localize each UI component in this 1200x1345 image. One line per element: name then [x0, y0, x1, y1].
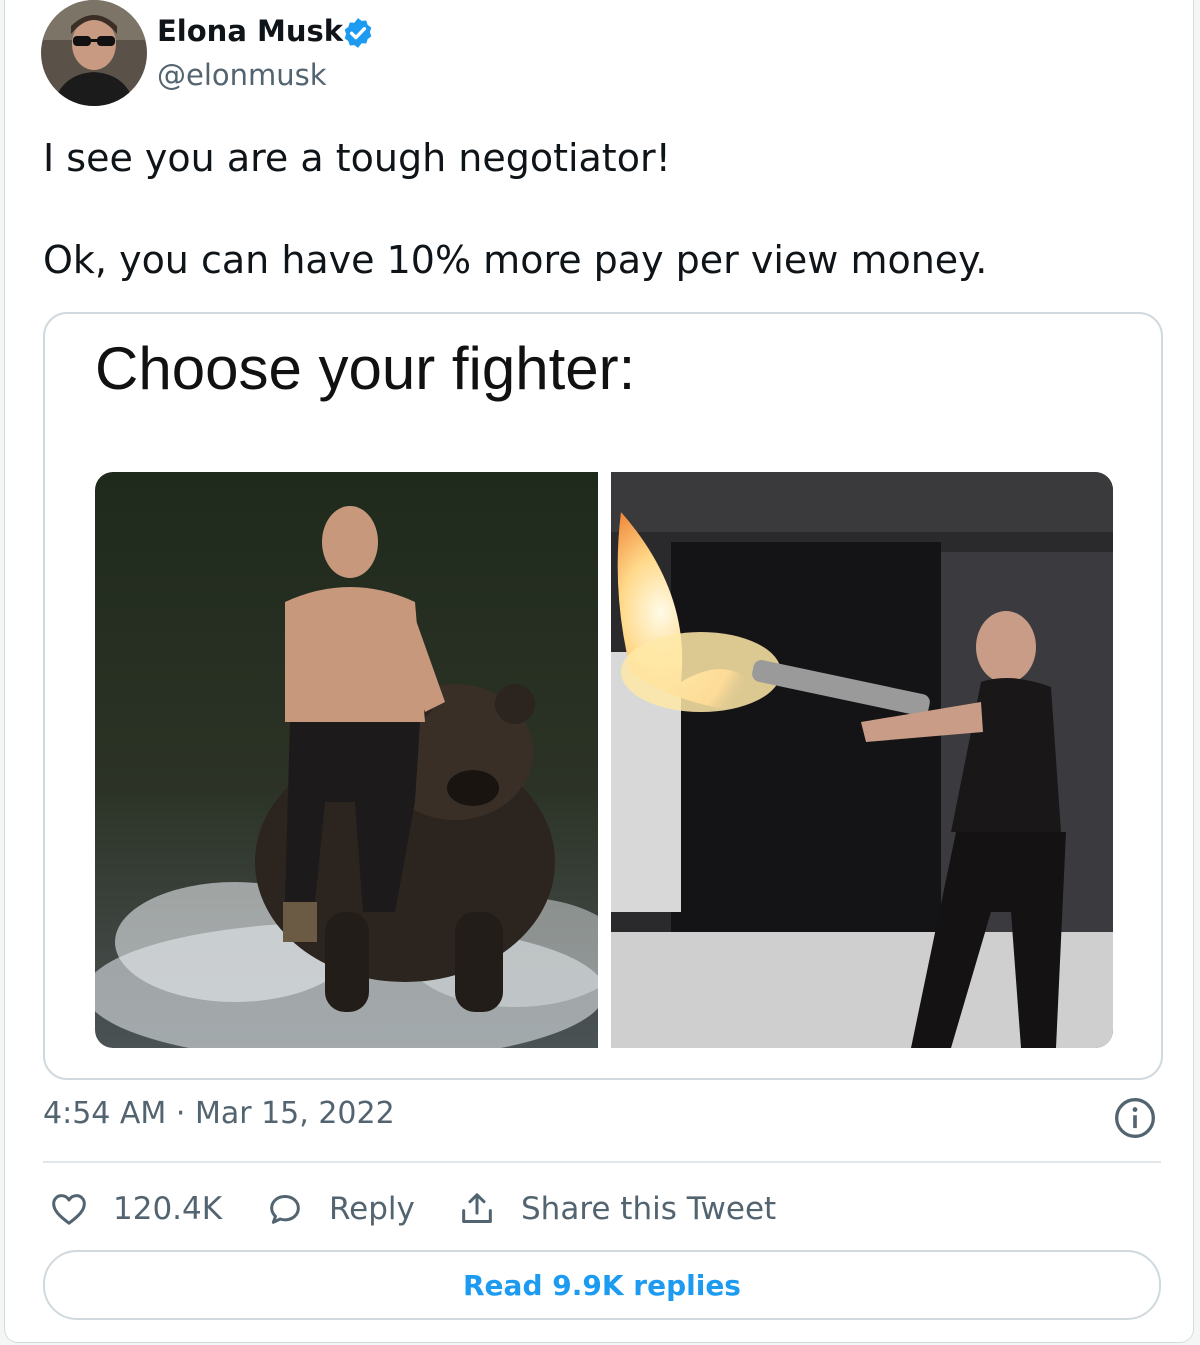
speech-bubble-icon	[270, 1195, 300, 1224]
reply-label: Reply	[329, 1191, 415, 1227]
tweet-text-line-1: I see you are a tough negotiator!	[43, 136, 671, 180]
heart-icon	[52, 1194, 86, 1225]
info-icon[interactable]	[1113, 1096, 1157, 1140]
share-upload-icon	[462, 1193, 492, 1223]
read-replies-button[interactable]: Read 9.9K replies	[43, 1250, 1161, 1320]
share-button[interactable]: Share this Tweet	[457, 1184, 776, 1234]
reply-button[interactable]: Reply	[265, 1184, 415, 1234]
bear-rider-illustration	[95, 472, 598, 1048]
avatar[interactable]	[41, 0, 147, 106]
tweet-date: Mar 15, 2022	[194, 1096, 395, 1131]
meme-caption: Choose your fighter:	[95, 335, 636, 402]
tweet-time: 4:54 AM	[43, 1096, 167, 1131]
timestamp-separator: ·	[175, 1096, 186, 1131]
verified-badge-icon	[344, 18, 372, 48]
tweet-timestamp[interactable]: 4:54 AM · Mar 15, 2022	[43, 1096, 395, 1131]
divider	[43, 1161, 1161, 1163]
author-handle[interactable]: @elonmusk	[157, 58, 327, 92]
tweet-text-line-2: Ok, you can have 10% more pay per view m…	[43, 238, 988, 282]
share-label: Share this Tweet	[521, 1191, 777, 1227]
photo-bear-rider[interactable]	[95, 472, 598, 1048]
tweet-media[interactable]: Choose your fighter:	[43, 312, 1163, 1080]
like-button[interactable]: 120.4K	[49, 1184, 222, 1234]
photo-flamethrower[interactable]	[611, 472, 1113, 1048]
flamethrower-illustration	[611, 472, 1113, 1048]
avatar-image	[41, 0, 147, 106]
author-name[interactable]: Elona Musk	[157, 14, 343, 48]
like-count: 120.4K	[113, 1191, 223, 1227]
tweet-card: Elona Musk @elonmusk I see you are a tou…	[4, 0, 1194, 1343]
